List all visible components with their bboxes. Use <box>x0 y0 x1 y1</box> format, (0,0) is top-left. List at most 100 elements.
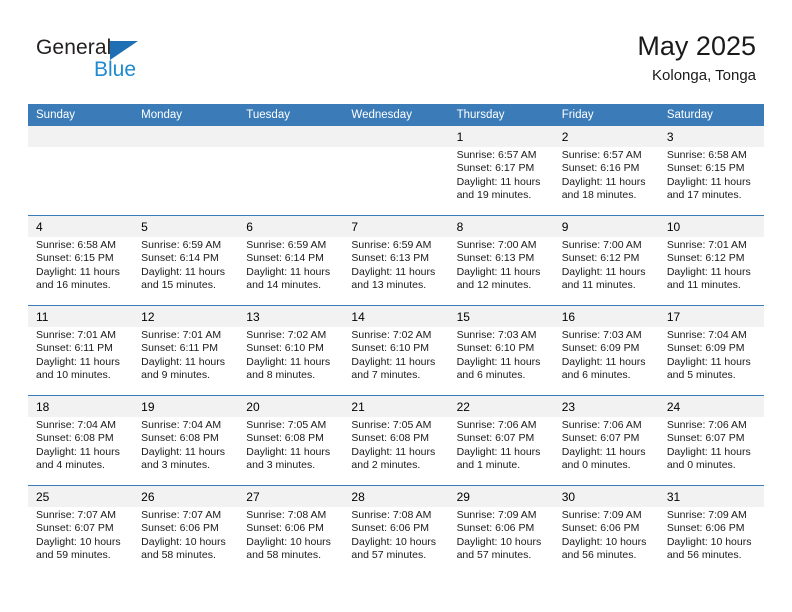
day-detail-cell[interactable]: Sunrise: 7:07 AM Sunset: 6:06 PM Daylight:… <box>133 507 239 575</box>
day-number-cell[interactable]: 20 <box>238 396 344 417</box>
day-detail-cell[interactable]: Sunrise: 6:59 AM Sunset: 6:14 PM Daylight:… <box>238 237 344 305</box>
day-detail-cell[interactable]: Sunrise: 7:06 AM Sunset: 6:07 PM Daylight:… <box>553 417 659 485</box>
day-number-cell[interactable]: 10 <box>658 216 764 237</box>
day-detail-cell[interactable]: Sunrise: 7:06 AM Sunset: 6:07 PM Daylight:… <box>658 417 764 485</box>
day-number-cell[interactable]: 21 <box>343 396 449 417</box>
sunset-text: Sunset: 6:13 PM <box>456 252 535 265</box>
day-number-cell[interactable]: 19 <box>133 396 239 417</box>
day-number-cell[interactable]: 15 <box>448 306 554 327</box>
day-number: 21 <box>351 400 365 414</box>
day-detail-cell[interactable]: Sunrise: 7:09 AM Sunset: 6:06 PM Daylight:… <box>658 507 764 575</box>
day-number-cell[interactable]: 6 <box>238 216 344 237</box>
day-detail-cell[interactable]: Sunrise: 6:59 AM Sunset: 6:13 PM Daylight:… <box>343 237 449 305</box>
daylight-text: Daylight: 11 hours and 17 minutes. <box>666 175 751 202</box>
day-detail-cell[interactable]: Sunrise: 7:01 AM Sunset: 6:11 PM Daylight:… <box>133 327 239 395</box>
day-detail-cell[interactable]: Sunrise: 7:00 AM Sunset: 6:13 PM Daylight:… <box>448 237 554 305</box>
day-number-cell <box>28 126 134 147</box>
day-detail-cell[interactable]: Sunrise: 7:07 AM Sunset: 6:07 PM Daylight:… <box>28 507 134 575</box>
day-detail-cell[interactable]: Sunrise: 7:08 AM Sunset: 6:06 PM Daylight:… <box>238 507 344 575</box>
calendar-page: General Blue May 2025 Kolonga, Tonga Sun… <box>0 0 792 612</box>
day-detail-cell[interactable]: Sunrise: 6:58 AM Sunset: 6:15 PM Daylight:… <box>658 147 764 215</box>
day-number-cell[interactable]: 28 <box>343 486 449 507</box>
day-detail-cell <box>133 147 239 215</box>
day-number: 25 <box>36 490 50 504</box>
day-number-cell[interactable]: 9 <box>553 216 659 237</box>
day-number: 4 <box>36 220 43 234</box>
day-number-cell[interactable]: 16 <box>553 306 659 327</box>
calendar-grid: Sunday Monday Tuesday Wednesday Thursday… <box>28 104 764 575</box>
weekday-header-saturday: Saturday <box>658 104 764 126</box>
sunset-text: Sunset: 6:15 PM <box>666 162 745 175</box>
sunrise-text: Sunrise: 6:57 AM <box>456 149 537 161</box>
day-detail-cell[interactable]: Sunrise: 6:59 AM Sunset: 6:14 PM Daylight:… <box>133 237 239 305</box>
day-detail-cell[interactable]: Sunrise: 7:02 AM Sunset: 6:10 PM Daylight:… <box>343 327 449 395</box>
sunrise-text: Sunrise: 7:04 AM <box>36 419 116 431</box>
day-number: 31 <box>666 490 681 504</box>
day-number-cell[interactable]: 17 <box>658 306 764 327</box>
general-blue-logo[interactable]: General Blue <box>36 36 156 86</box>
day-detail-cell[interactable]: Sunrise: 6:57 AM Sunset: 6:16 PM Daylight:… <box>553 147 659 215</box>
day-detail-cell[interactable]: Sunrise: 6:57 AM Sunset: 6:17 PM Daylight:… <box>448 147 554 215</box>
day-number-cell[interactable]: 13 <box>238 306 344 327</box>
day-number-cell[interactable]: 1 <box>448 126 554 147</box>
sunset-text: Sunset: 6:14 PM <box>141 252 219 265</box>
sunset-text: Sunset: 6:09 PM <box>561 342 640 355</box>
day-detail-cell[interactable]: Sunrise: 7:03 AM Sunset: 6:09 PM Daylight:… <box>553 327 659 395</box>
day-number-cell[interactable]: 24 <box>658 396 764 417</box>
day-detail-cell[interactable]: Sunrise: 7:03 AM Sunset: 6:10 PM Daylight:… <box>448 327 554 395</box>
day-detail-cell[interactable]: Sunrise: 7:01 AM Sunset: 6:11 PM Daylight:… <box>28 327 134 395</box>
day-number-cell[interactable]: 23 <box>553 396 659 417</box>
day-number: 28 <box>351 490 365 504</box>
day-detail-cell[interactable]: Sunrise: 7:06 AM Sunset: 6:07 PM Daylight:… <box>448 417 554 485</box>
sunset-text: Sunset: 6:08 PM <box>351 432 430 445</box>
sunset-text: Sunset: 6:17 PM <box>456 162 535 175</box>
sunset-text: Sunset: 6:06 PM <box>351 522 430 535</box>
day-detail-cell[interactable]: Sunrise: 7:02 AM Sunset: 6:10 PM Daylight:… <box>238 327 344 395</box>
day-number-cell[interactable]: 14 <box>343 306 449 327</box>
day-detail-cell[interactable]: Sunrise: 7:04 AM Sunset: 6:09 PM Daylight:… <box>658 327 764 395</box>
day-number-cell[interactable]: 25 <box>28 486 134 507</box>
daylight-text: Daylight: 11 hours and 6 minutes. <box>561 355 646 382</box>
day-detail-cell[interactable]: Sunrise: 7:09 AM Sunset: 6:06 PM Daylight:… <box>553 507 659 575</box>
day-number-cell[interactable]: 26 <box>133 486 239 507</box>
day-number: 7 <box>351 220 359 234</box>
page-subtitle: Kolonga, Tonga <box>652 67 756 84</box>
day-detail-cell[interactable]: Sunrise: 7:09 AM Sunset: 6:06 PM Daylight:… <box>448 507 554 575</box>
day-number-cell[interactable]: 3 <box>658 126 764 147</box>
day-detail-cell[interactable]: Sunrise: 7:01 AM Sunset: 6:12 PM Daylight:… <box>658 237 764 305</box>
day-detail-cell[interactable]: Sunrise: 7:08 AM Sunset: 6:06 PM Daylight:… <box>343 507 449 575</box>
sunrise-text: Sunrise: 6:57 AM <box>561 149 642 161</box>
day-number-cell[interactable]: 12 <box>133 306 239 327</box>
day-number-cell[interactable]: 2 <box>553 126 659 147</box>
sunrise-text: Sunrise: 7:06 AM <box>456 419 537 431</box>
day-detail-cell[interactable]: Sunrise: 6:58 AM Sunset: 6:15 PM Daylight:… <box>28 237 134 305</box>
day-detail-cell[interactable]: Sunrise: 7:04 AM Sunset: 6:08 PM Daylight:… <box>133 417 239 485</box>
daylight-text: Daylight: 11 hours and 10 minutes. <box>36 355 120 382</box>
day-number-cell[interactable]: 22 <box>448 396 554 417</box>
day-number-cell[interactable]: 30 <box>553 486 659 507</box>
daylight-text: Daylight: 11 hours and 12 minutes. <box>456 265 541 292</box>
sunrise-text: Sunrise: 7:03 AM <box>456 329 537 341</box>
day-detail-cell[interactable]: Sunrise: 7:04 AM Sunset: 6:08 PM Daylight:… <box>28 417 134 485</box>
day-number-cell[interactable]: 11 <box>28 306 134 327</box>
day-number: 30 <box>561 490 576 504</box>
sunrise-text: Sunrise: 7:01 AM <box>666 239 747 251</box>
day-number-cell[interactable]: 8 <box>448 216 554 237</box>
day-detail-cell[interactable]: Sunrise: 7:05 AM Sunset: 6:08 PM Daylight:… <box>238 417 344 485</box>
day-number-cell[interactable]: 18 <box>28 396 134 417</box>
daylight-text: Daylight: 11 hours and 3 minutes. <box>246 445 331 472</box>
day-detail-cell[interactable]: Sunrise: 7:05 AM Sunset: 6:08 PM Daylight:… <box>343 417 449 485</box>
day-number-cell[interactable]: 4 <box>28 216 134 237</box>
day-number-cell[interactable]: 7 <box>343 216 449 237</box>
day-number: 3 <box>666 130 674 144</box>
week-daynumber-row: 4 5 6 7 8 9 10 <box>28 216 764 237</box>
day-detail-cell[interactable]: Sunrise: 7:00 AM Sunset: 6:12 PM Daylight:… <box>553 237 659 305</box>
sunset-text: Sunset: 6:16 PM <box>561 162 640 175</box>
day-number-cell[interactable]: 29 <box>448 486 554 507</box>
sunrise-text: Sunrise: 7:00 AM <box>456 239 537 251</box>
day-number-cell[interactable]: 31 <box>658 486 764 507</box>
sunrise-text: Sunrise: 7:05 AM <box>246 419 327 431</box>
day-number-cell[interactable]: 5 <box>133 216 239 237</box>
logo-secondary-text: Blue <box>94 58 137 81</box>
day-number-cell[interactable]: 27 <box>238 486 344 507</box>
